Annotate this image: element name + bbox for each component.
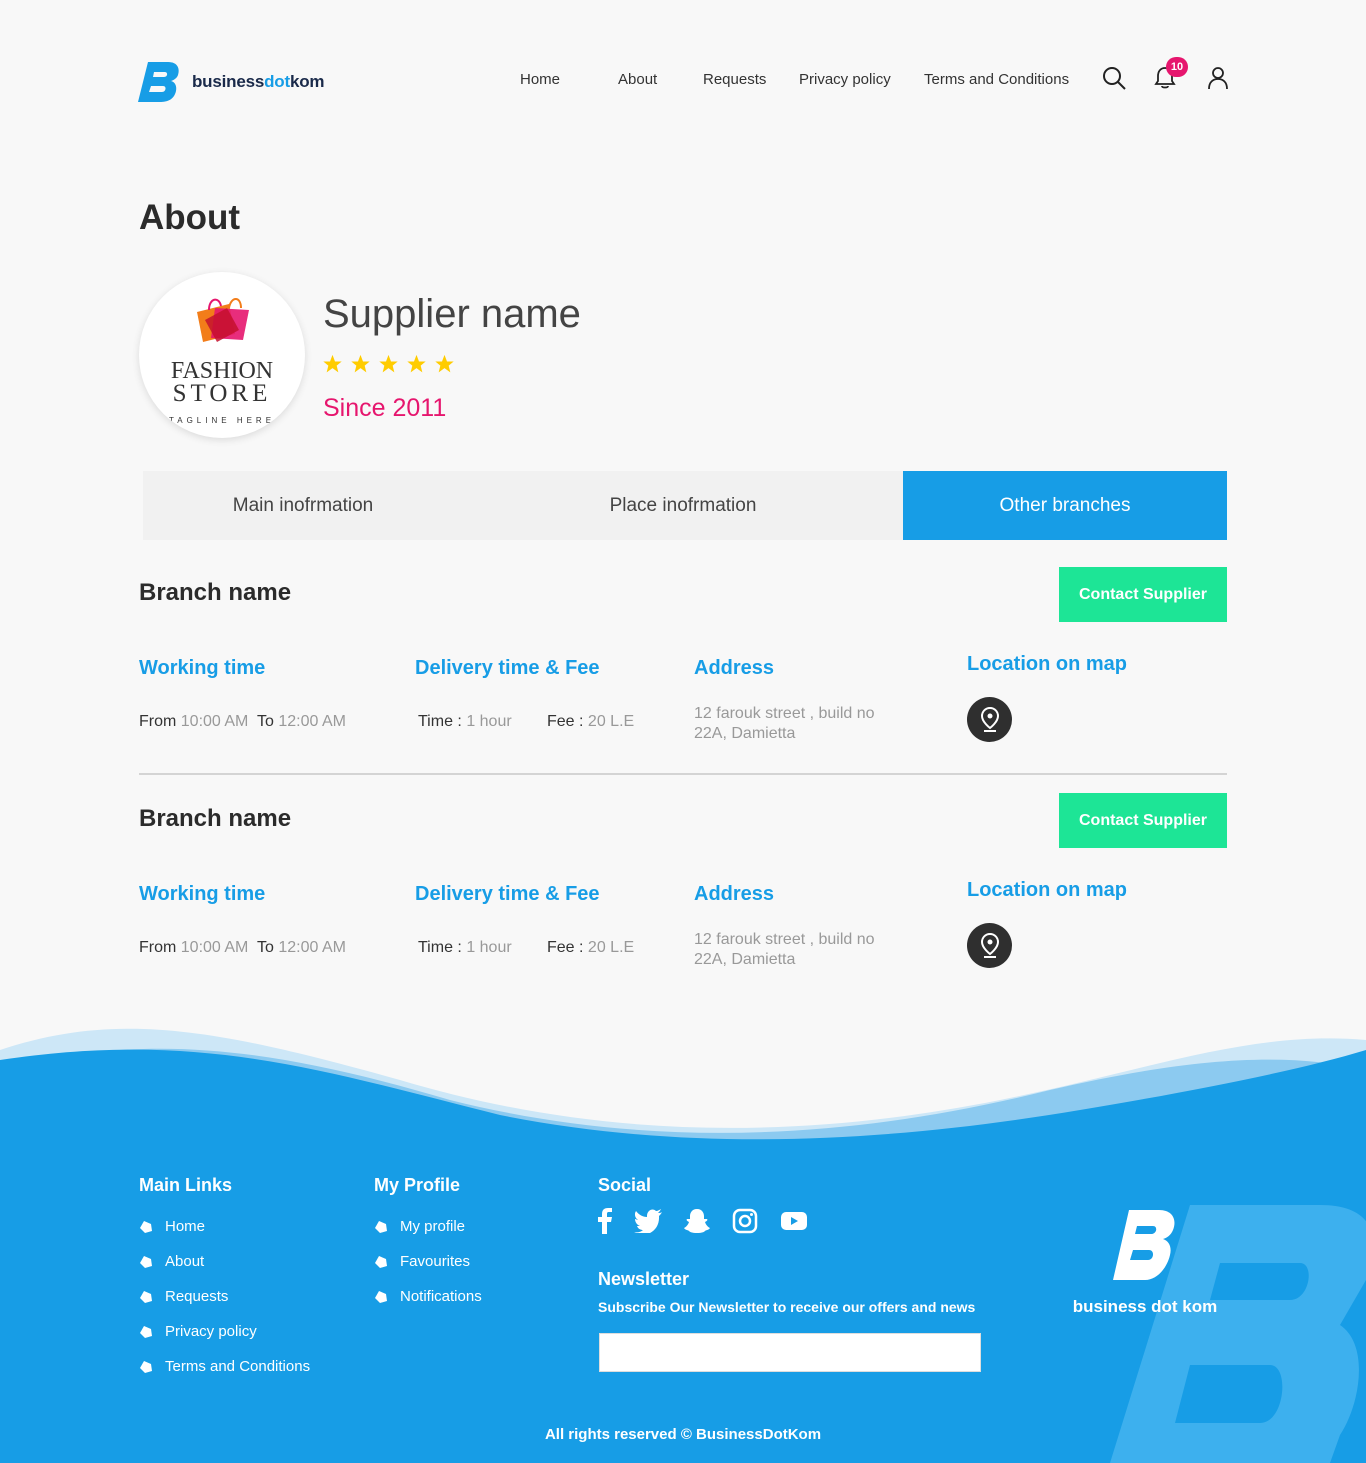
avatar-text-line2: STORE xyxy=(172,380,272,407)
shopping-bags-icon xyxy=(197,298,249,342)
page-title: About xyxy=(139,198,241,237)
facebook-icon[interactable] xyxy=(598,1208,612,1239)
location-title: Location on map xyxy=(967,879,1127,901)
bullet-icon xyxy=(375,1220,387,1233)
delivery-fee-value: Fee : 20 L.E xyxy=(547,713,635,730)
tab-main-information[interactable]: Main inofrmation xyxy=(143,471,463,540)
header: businessdotkom Home About Requests Priva… xyxy=(0,0,1366,150)
user-icon[interactable] xyxy=(1207,66,1229,90)
footer-logo[interactable]: business dot kom xyxy=(1070,1208,1220,1317)
address-title: Address xyxy=(694,883,775,905)
star-icon xyxy=(435,354,454,373)
footer-logo-mark-icon xyxy=(1113,1210,1175,1280)
working-time-title: Working time xyxy=(139,657,266,679)
footer-main-links-title: Main Links xyxy=(139,1175,233,1195)
tab-place-information[interactable]: Place inofrmation xyxy=(463,471,903,540)
map-pin-button[interactable] xyxy=(967,923,1012,968)
newsletter-subtitle: Subscribe Our Newsletter to receive our … xyxy=(598,1299,976,1315)
address-title: Address xyxy=(694,657,775,679)
footer-link-requests[interactable]: Requests xyxy=(139,1288,228,1305)
instagram-icon[interactable] xyxy=(732,1208,758,1239)
tab-other-branches[interactable]: Other branches xyxy=(903,471,1227,540)
youtube-icon[interactable] xyxy=(780,1210,808,1237)
branch-name: Branch name xyxy=(139,579,292,606)
footer-social-title: Social xyxy=(598,1175,652,1195)
delivery-title: Delivery time & Fee xyxy=(415,883,600,905)
branch-card: Branch name Contact Supplier Working tim… xyxy=(139,567,1227,767)
bullet-icon xyxy=(140,1360,152,1373)
avatar-text-line3: TAGLINE HERE xyxy=(168,416,276,425)
logo-text: businessdotkom xyxy=(192,72,325,91)
delivery-time-value: Time : 1 hour xyxy=(418,939,512,956)
bullet-icon xyxy=(140,1220,152,1233)
address-value: 12 farouk street , build no 22A, Damiett… xyxy=(694,705,875,742)
newsletter-email-input[interactable] xyxy=(599,1333,981,1372)
footer-link-notifications[interactable]: Notifications xyxy=(374,1288,482,1305)
map-pin-icon xyxy=(980,932,999,958)
map-pin-button[interactable] xyxy=(967,697,1012,742)
bullet-icon xyxy=(140,1255,152,1268)
working-time-title: Working time xyxy=(139,883,266,905)
supplier-avatar: FASHION STORE TAGLINE HERE xyxy=(139,272,305,438)
info-tabs: Main inofrmation Place inofrmation Other… xyxy=(143,471,1227,540)
footer-link-home[interactable]: Home xyxy=(139,1218,205,1235)
working-time-value: From 10:00 AM To 12:00 AM xyxy=(139,939,346,956)
bullet-icon xyxy=(375,1255,387,1268)
since-year: Since 2011 xyxy=(323,394,447,422)
star-icon xyxy=(379,354,398,373)
footer-link-about[interactable]: About xyxy=(139,1253,204,1270)
nav-privacy-policy[interactable]: Privacy policy xyxy=(799,71,891,88)
contact-supplier-button[interactable]: Contact Supplier xyxy=(1059,567,1227,622)
copyright-text: All rights reserved © BusinessDotKom xyxy=(544,1426,822,1443)
branch-card: Branch name Contact Supplier Working tim… xyxy=(139,793,1227,993)
branch-divider xyxy=(139,773,1227,775)
star-icon xyxy=(351,354,370,373)
address-value: 12 farouk street , build no 22A, Damiett… xyxy=(694,931,875,968)
footer-link-my-profile[interactable]: My profile xyxy=(374,1218,465,1235)
rating-stars xyxy=(322,354,455,374)
bullet-icon xyxy=(375,1290,387,1303)
snapchat-icon[interactable] xyxy=(684,1208,710,1239)
twitter-icon[interactable] xyxy=(634,1209,662,1238)
footer-logo-text: business dot kom xyxy=(1072,1297,1218,1316)
footer-link-privacy-policy[interactable]: Privacy policy xyxy=(139,1323,257,1340)
footer-link-favourites[interactable]: Favourites xyxy=(374,1253,470,1270)
delivery-fee-value: Fee : 20 L.E xyxy=(547,939,635,956)
nav-about[interactable]: About xyxy=(618,71,657,88)
footer-link-terms[interactable]: Terms and Conditions xyxy=(139,1358,310,1375)
branch-name: Branch name xyxy=(139,805,292,832)
notification-badge: 10 xyxy=(1166,57,1188,77)
working-time-value: From 10:00 AM To 12:00 AM xyxy=(139,713,346,730)
newsletter-title: Newsletter xyxy=(598,1269,690,1289)
search-icon[interactable] xyxy=(1102,66,1126,90)
delivery-title: Delivery time & Fee xyxy=(415,657,600,679)
contact-supplier-button[interactable]: Contact Supplier xyxy=(1059,793,1227,848)
footer-profile-title: My Profile xyxy=(374,1175,461,1195)
brand-logo[interactable]: businessdotkom xyxy=(138,60,325,104)
nav-home[interactable]: Home xyxy=(520,71,560,88)
delivery-time-value: Time : 1 hour xyxy=(418,713,512,730)
star-icon xyxy=(407,354,426,373)
map-pin-icon xyxy=(980,706,999,732)
bullet-icon xyxy=(140,1325,152,1338)
social-links xyxy=(598,1208,808,1239)
logo-mark-icon xyxy=(138,62,179,102)
nav-terms[interactable]: Terms and Conditions xyxy=(924,71,1069,88)
location-title: Location on map xyxy=(967,653,1127,675)
star-icon xyxy=(323,354,342,373)
nav-requests[interactable]: Requests xyxy=(703,71,766,88)
supplier-name: Supplier name xyxy=(323,292,581,336)
bullet-icon xyxy=(140,1290,152,1303)
